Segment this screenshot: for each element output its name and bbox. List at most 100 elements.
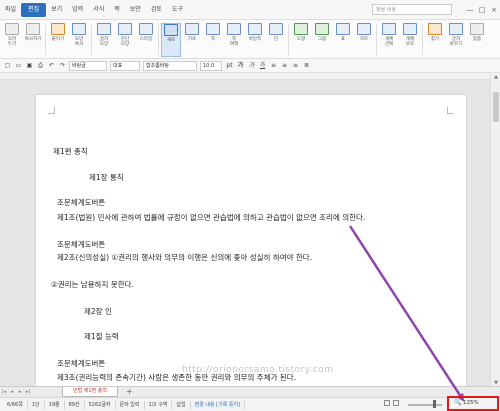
document-tab-bar: |◂ ◂ ▸ ▸| 민법 제1편 총칙 + — [0, 386, 500, 397]
normal-view-icon[interactable] — [384, 400, 390, 406]
style-select[interactable]: 바탕글 — [69, 60, 107, 71]
ribbon-icon — [26, 23, 40, 35]
ribbon-icon — [315, 23, 329, 35]
redo-icon[interactable]: ↷ — [58, 61, 67, 70]
print-icon[interactable]: ⎙ — [36, 61, 45, 70]
status-page[interactable]: 6/66쪽 — [3, 400, 28, 409]
menu-item[interactable]: 보기 — [46, 3, 67, 17]
zoom-highlight-box — [447, 396, 499, 411]
ribbon-button[interactable]: 새로 — [161, 23, 181, 57]
save-icon[interactable]: ▣ — [25, 61, 34, 70]
menu-item[interactable]: 도구 — [167, 3, 188, 17]
align-center-icon[interactable]: ≡ — [280, 61, 289, 70]
bold-button[interactable]: 가 — [236, 61, 245, 70]
ribbon-button[interactable]: 가로 — [182, 23, 202, 57]
search-input[interactable]: 찾을 내용 — [372, 4, 452, 15]
article-link[interactable]: 조문체계도버튼 — [57, 358, 105, 369]
ribbon-icon — [269, 23, 283, 35]
menu-item[interactable]: 보안 — [125, 3, 146, 17]
scroll-up-icon[interactable]: ▲ — [491, 74, 500, 80]
ribbon-separator — [158, 25, 159, 55]
minimize-button[interactable]: — — [464, 6, 476, 14]
ribbon-icon — [97, 23, 111, 35]
article-link[interactable]: 조문체계도버튼 — [57, 197, 105, 208]
ribbon-button[interactable]: 개체 보호 — [400, 23, 420, 57]
ribbon-button[interactable]: 그림 — [312, 23, 332, 57]
menu-item[interactable]: 편집 — [21, 2, 47, 17]
ribbon-icon — [206, 23, 220, 35]
add-tab-button[interactable]: + — [126, 387, 133, 397]
menu-item[interactable]: 입력 — [67, 3, 88, 17]
ribbon-label: 복사하기 — [24, 37, 42, 42]
font-size-unit: pt — [226, 62, 233, 69]
status-insert-mode[interactable]: 삽입 — [172, 400, 191, 409]
ribbon-separator — [45, 25, 46, 55]
prev-tab-icon[interactable]: ◂ — [8, 389, 16, 395]
ribbon-label: 표 — [340, 37, 346, 42]
ribbon-button[interactable]: 표 — [333, 23, 353, 57]
ribbon-button[interactable]: 단 — [266, 23, 286, 57]
section-heading: 제1절 능력 — [84, 332, 119, 341]
menu-item[interactable]: 파일 — [0, 3, 21, 17]
ribbon-button[interactable]: 쪽 여백 — [224, 23, 244, 57]
status-track-changes[interactable]: 변경 내용 [기록 중지] — [191, 400, 246, 409]
ribbon-button[interactable]: 오려 두기 — [2, 23, 22, 57]
document-page[interactable]: 제1편 총칙 제1장 통칙 조문체계도버튼 제1조(법원) 민사에 관하여 법률… — [35, 94, 467, 386]
ribbon-button[interactable]: 맞춤 — [467, 23, 487, 57]
zoom-slider-thumb[interactable] — [433, 400, 436, 408]
ribbon-button[interactable]: 글자 바꾸기 — [446, 23, 466, 57]
watermark: http://orionorsamo.tistory.com — [182, 365, 334, 375]
last-tab-icon[interactable]: ▸| — [24, 389, 32, 395]
ruler — [0, 74, 490, 80]
font-select[interactable]: 함초롬바탕 — [143, 60, 197, 71]
ribbon-button[interactable]: 붙이기 — [48, 23, 68, 57]
align-right-icon[interactable]: ≡ — [291, 61, 300, 70]
status-column: 1단 — [28, 400, 45, 409]
ribbon-icon — [403, 23, 417, 35]
format-toolbar: ▢ ▭ ▣ ⎙ ↶ ↷ 바탕글 대표 함초롬바탕 10.0 pt 가 가 가 ≡… — [0, 59, 500, 73]
ribbon-label: 스타일 — [139, 37, 153, 42]
scroll-thumb[interactable] — [493, 92, 499, 122]
ribbon-label: 개체 보호 — [405, 37, 415, 47]
font-size-select[interactable]: 10.0 — [200, 60, 222, 71]
undo-icon[interactable]: ↶ — [47, 61, 56, 70]
page-corner-mark — [447, 107, 454, 114]
ribbon-button[interactable]: 문단 모양 — [115, 23, 135, 57]
language-select[interactable]: 대표 — [110, 60, 140, 71]
first-tab-icon[interactable]: |◂ — [0, 389, 8, 395]
menu-item[interactable]: 서식 — [88, 3, 109, 17]
menu-item[interactable]: 검토 — [146, 3, 167, 17]
ribbon-button[interactable]: 쪽 — [203, 23, 223, 57]
ribbon-button[interactable]: 바탕쪽 — [245, 23, 265, 57]
align-left-icon[interactable]: ≡ — [269, 61, 278, 70]
menu-item[interactable]: 쪽 — [109, 3, 125, 17]
italic-button[interactable]: 가 — [247, 61, 256, 70]
ribbon-separator — [422, 25, 423, 55]
ribbon-button[interactable]: 복사하기 — [23, 23, 43, 57]
status-col: 89칸 — [65, 400, 85, 409]
page-view-icon[interactable] — [393, 400, 399, 406]
ribbon-button[interactable]: 모양 복사 — [69, 23, 89, 57]
document-area: 제1편 총칙 제1장 통칙 조문체계도버튼 제1조(법원) 민사에 관하여 법률… — [0, 74, 490, 386]
ribbon-button[interactable]: 개체 선택 — [379, 23, 399, 57]
open-folder-icon[interactable]: ▭ — [14, 61, 23, 70]
ribbon-button[interactable]: 스타일 — [136, 23, 156, 57]
new-doc-icon[interactable]: ▢ — [3, 61, 12, 70]
tab-document[interactable]: 민법 제1편 총칙 — [62, 387, 118, 397]
ribbon-label: 그림 — [317, 37, 327, 42]
vertical-scrollbar[interactable]: ▲ ▼ — [490, 74, 500, 386]
next-tab-icon[interactable]: ▸ — [16, 389, 24, 395]
ribbon-icon — [227, 23, 241, 35]
zoom-slider[interactable] — [408, 404, 442, 406]
close-button[interactable]: × — [488, 6, 500, 14]
ribbon-button[interactable]: 도형 — [291, 23, 311, 57]
justify-icon[interactable]: ≣ — [302, 61, 311, 70]
ribbon-button[interactable]: 찾기 — [425, 23, 445, 57]
chapter-heading: 제1장 통칙 — [89, 173, 124, 182]
ribbon-icon — [294, 23, 308, 35]
ribbon-button[interactable]: 차트 — [354, 23, 374, 57]
underline-button[interactable]: 가 — [258, 61, 267, 70]
article-link[interactable]: 조문체계도버튼 — [57, 239, 105, 250]
ribbon-button[interactable]: 골자 모양 — [94, 23, 114, 57]
maximize-button[interactable]: □ — [476, 6, 488, 14]
